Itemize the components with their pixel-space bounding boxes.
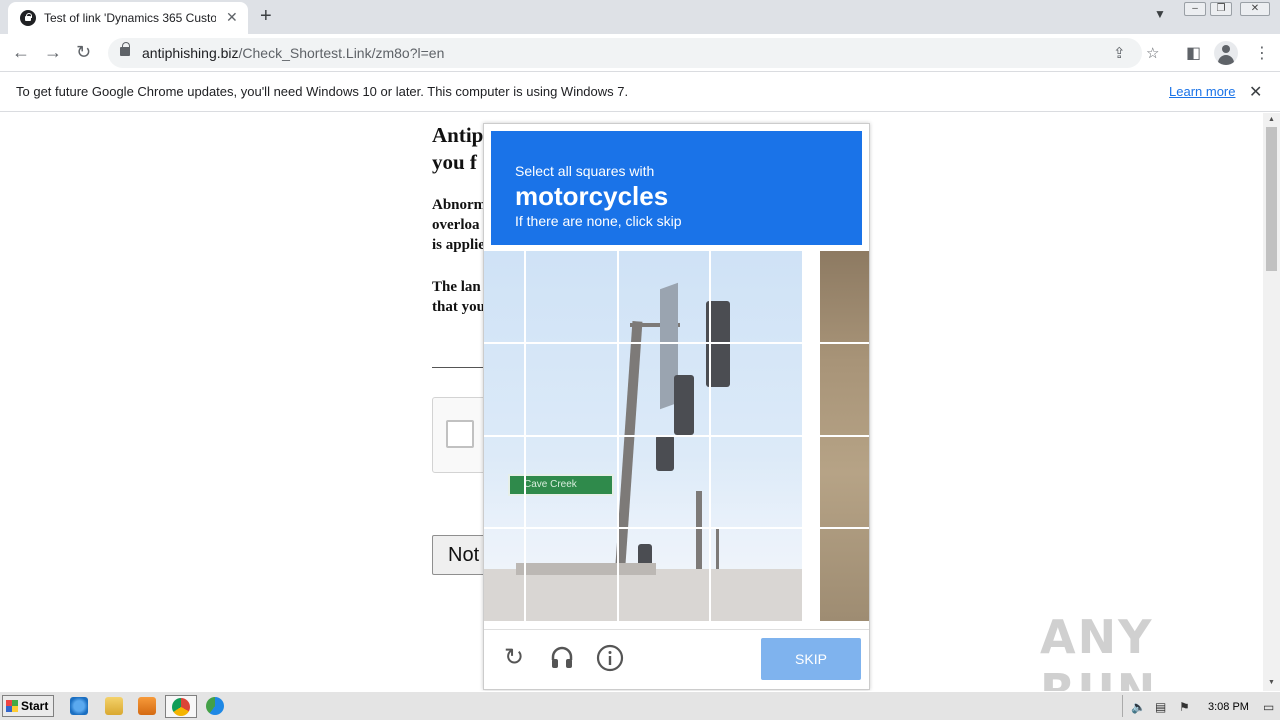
chrome-icon xyxy=(172,698,190,716)
scrollbar-thumb[interactable] xyxy=(1266,127,1277,271)
bookmark-star-icon[interactable]: ☆ xyxy=(1146,44,1159,62)
restore-button[interactable]: ❐ xyxy=(1210,2,1232,16)
infobar-close-icon[interactable]: ✕ xyxy=(1249,82,1262,102)
show-desktop-icon[interactable]: ▭ xyxy=(1263,700,1274,714)
edge-icon[interactable] xyxy=(206,697,224,715)
browser-toolbar: ← → ↻ antiphishing.biz/Check_Shortest.Li… xyxy=(0,34,1280,72)
infobar-message: To get future Google Chrome updates, you… xyxy=(16,84,629,99)
reload-icon[interactable]: ↻ xyxy=(76,42,91,63)
building-roof xyxy=(516,563,656,575)
grid-line xyxy=(484,435,802,437)
menu-kebab-icon[interactable]: ⋮ xyxy=(1254,43,1270,63)
profile-avatar-icon[interactable] xyxy=(1214,41,1238,65)
address-bar[interactable]: antiphishing.biz/Check_Shortest.Link/zm8… xyxy=(108,38,1159,68)
skip-button[interactable]: SKIP xyxy=(761,638,861,680)
building xyxy=(484,563,802,621)
captcha-image-grid[interactable]: Cave Creek xyxy=(484,251,802,621)
reload-icon[interactable]: ↻ xyxy=(500,644,528,672)
lock-icon[interactable] xyxy=(120,42,130,56)
grid-line xyxy=(484,342,802,344)
new-tab-button[interactable]: + xyxy=(260,5,272,28)
tab-search-chevron-icon[interactable]: ▼ xyxy=(1154,7,1166,21)
windows-logo-icon xyxy=(6,700,18,712)
paragraph-text: The lan xyxy=(432,279,481,295)
update-infobar: To get future Google Chrome updates, you… xyxy=(0,72,1280,112)
audio-headphones-icon[interactable] xyxy=(548,644,576,672)
minimize-button[interactable]: – xyxy=(1184,2,1206,16)
side-panel-icon[interactable]: ◧ xyxy=(1186,43,1201,63)
internet-explorer-icon[interactable] xyxy=(70,697,88,715)
recaptcha-checkbox[interactable] xyxy=(446,420,474,448)
grid-line xyxy=(484,527,802,529)
paragraph-text: is applie xyxy=(432,237,485,253)
url-path: /Check_Shortest.Link/zm8o?l=en xyxy=(238,45,445,61)
start-button[interactable]: Start xyxy=(2,695,54,717)
system-tray: 🔈 ▤ ⚑ ▭ xyxy=(1122,695,1278,717)
window-close-button[interactable]: ✕ xyxy=(1240,2,1270,16)
page-heading-line2: you f xyxy=(432,150,477,174)
grid-line xyxy=(820,435,869,437)
taskbar-chrome-active[interactable] xyxy=(165,695,197,718)
media-player-icon[interactable] xyxy=(138,697,156,715)
grid-line xyxy=(820,342,869,344)
share-icon[interactable]: ⇪ xyxy=(1113,44,1126,62)
captcha-challenge-dialog: Select all squares with motorcycles If t… xyxy=(483,123,870,690)
captcha-hint: If there are none, click skip xyxy=(515,213,682,229)
tab-close-icon[interactable]: ✕ xyxy=(226,9,238,26)
start-label: Start xyxy=(21,699,49,713)
traffic-light xyxy=(674,375,694,435)
paragraph-text: that you xyxy=(432,299,485,315)
captcha-instruction-header: Select all squares with motorcycles If t… xyxy=(491,131,862,245)
paragraph-text: overloa xyxy=(432,217,480,233)
clock[interactable]: 3:08 PM xyxy=(1208,701,1249,713)
tab-active[interactable]: Test of link 'Dynamics 365 Customer ✕ xyxy=(8,2,248,34)
file-explorer-icon[interactable] xyxy=(105,697,123,715)
lock-favicon-icon xyxy=(20,10,36,26)
paragraph-text: Abnorm xyxy=(432,197,487,213)
page-heading-line1: Antip xyxy=(432,123,484,147)
tab-strip: Test of link 'Dynamics 365 Customer ✕ + … xyxy=(0,0,1280,34)
tab-title: Test of link 'Dynamics 365 Customer xyxy=(44,11,216,25)
learn-more-link[interactable]: Learn more xyxy=(1169,84,1235,99)
url-domain: antiphishing.biz xyxy=(142,45,239,61)
forward-arrow-icon[interactable]: → xyxy=(44,42,62,63)
url-text[interactable]: antiphishing.biz/Check_Shortest.Link/zm8… xyxy=(142,45,444,61)
back-arrow-icon[interactable]: ← xyxy=(12,42,30,63)
captcha-target: motorcycles xyxy=(515,181,669,211)
page-scrollbar[interactable]: ▲ ▼ xyxy=(1263,113,1280,691)
volume-icon[interactable]: 🔈 xyxy=(1131,700,1146,714)
network-icon[interactable]: ▤ xyxy=(1155,700,1166,714)
captcha-image-grid-next[interactable] xyxy=(820,251,869,621)
grid-line xyxy=(820,527,869,529)
traffic-light xyxy=(656,435,674,471)
captcha-footer-divider xyxy=(484,629,869,630)
scroll-up-icon[interactable]: ▲ xyxy=(1268,116,1275,123)
info-icon[interactable] xyxy=(596,644,624,672)
captcha-instruction: Select all squares with xyxy=(515,163,655,179)
windows-taskbar: Start 🔈 ▤ ⚑ ▭ 3:08 PM xyxy=(0,691,1280,720)
action-center-flag-icon[interactable]: ⚑ xyxy=(1179,700,1190,714)
